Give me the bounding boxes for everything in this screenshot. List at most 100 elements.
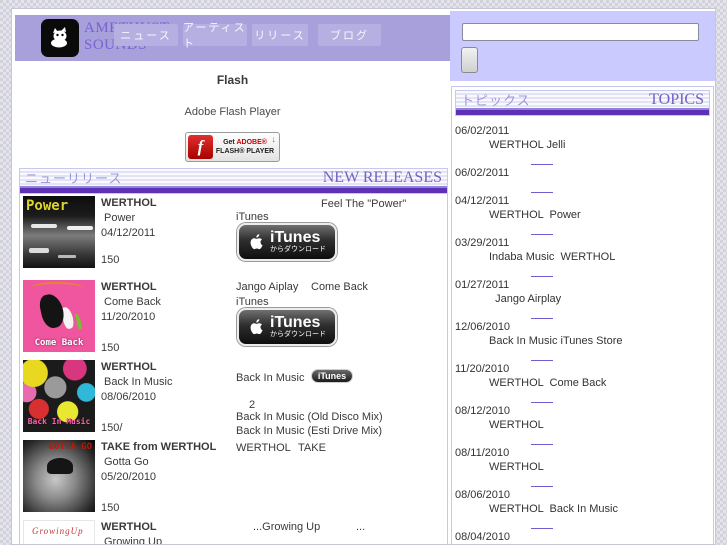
topic-date: 08/12/2010 [455,405,511,417]
topic-link[interactable] [531,310,553,319]
release-title: Power [104,212,136,224]
topic-link[interactable] [531,184,553,193]
flash-button-adobe: ADOBE® [236,139,267,146]
topic-link[interactable] [531,436,553,445]
new-releases-heading-jp: ニューリリース [25,171,123,186]
release-date: 08/06/2010 [101,391,157,403]
album-art-gotta-go[interactable]: GOTTA GO [23,440,95,512]
release-row-come-back: Come Back WERTHOL Come Back 11/20/2010 1… [20,278,447,358]
release-date: 04/12/2011 [101,227,156,239]
release-artist: WERTHOL [101,197,157,209]
album-art-growing-up-text: GrowingUp [32,526,84,536]
search-input[interactable] [462,23,699,41]
album-art-power-text: Power [26,198,69,214]
flash-title: Flash [216,73,249,87]
topic-entry: 04/12/2011 WERTHOL Power [452,194,713,235]
topic-entry: 06/02/2011 WERTHOL Jelli [452,124,713,165]
topics-sidebar: トピックス TOPICS 06/02/2011 WERTHOL Jelli 06… [451,86,714,544]
topic-link[interactable] [531,226,553,235]
release-title: Come Back [104,296,161,308]
topic-link-line [455,390,710,403]
topic-link[interactable] [531,268,553,277]
release-title: Back In Music [104,376,173,388]
new-releases-header-bar [20,186,447,193]
album-art-come-back-text: Come Back [34,338,84,348]
album-art-growing-up[interactable]: GrowingUp [23,520,95,544]
topic-entry: 01/27/2011 Jango Airplay [452,278,713,319]
topic-link-line [455,432,710,445]
search-panel [450,11,715,81]
itunes-button-text: iTunes からダウンロード [270,230,326,254]
apple-icon [248,317,265,337]
release-row-back-in-music: Back In Music WERTHOL Back In Music 08/0… [20,358,447,438]
album-art-come-back[interactable]: Come Back [23,280,95,352]
nav-tab-release-label: リリース [254,30,306,42]
topic-title: Jango Airplay [489,293,562,305]
nav-tab-blog[interactable]: ブログ [318,24,381,46]
topic-link-line [455,516,710,529]
topic-link-line [455,222,710,235]
flash-button-text: Get ADOBE® FLASH® PLAYER [213,138,277,156]
topic-date: 12/06/2010 [455,321,511,333]
release-artist: WERTHOL [101,521,157,533]
nav-tab-news[interactable]: ニュース [114,24,178,46]
itunes-button-label: iTunes [270,229,321,246]
cat-icon [46,22,74,55]
topic-date: 11/20/2010 [455,363,510,375]
itunes-download-button[interactable]: iTunes からダウンロード [237,308,337,346]
release-note: TAKE [298,442,326,454]
release-note: Come Back [311,281,368,293]
topic-title: Indaba Music WERTHOL [489,251,616,263]
topic-link-line [455,348,710,361]
search-button[interactable] [461,47,478,73]
topic-link[interactable] [531,352,553,361]
topic-date: 01/27/2011 [455,279,510,291]
release-title: Growing Up [104,536,163,545]
release-artist: WERTHOL [101,361,157,373]
page-container: AMETHYST SOUNDS ニュース アーティスト リリース ブログ Fla… [11,8,716,545]
itunes-button-sublabel: からダウンロード [270,246,326,253]
topic-link-line [455,180,710,193]
topic-title: WERTHOL Jelli [489,139,566,151]
get-flash-player-button[interactable]: f Get ADOBE® FLASH® PLAYER ↓ [185,132,280,162]
topic-title: WERTHOL Back In Music [489,503,618,515]
topic-link[interactable] [531,520,553,529]
topic-title: WERTHOL Come Back [489,377,607,389]
release-note: WERTHOL [236,442,291,454]
site-logo[interactable] [41,19,79,57]
release-note: ... [356,521,366,533]
track-name: Back In Music (Esti Drive Mix) [236,425,383,437]
topic-link[interactable] [531,394,553,403]
flash-button-line2: FLASH® PLAYER [215,148,275,155]
album-art-back-in-music[interactable]: Back In Music [23,360,95,432]
release-row-gotta-go: GOTTA GO TAKE from WERTHOL Gotta Go 05/2… [20,438,447,518]
nav-tab-release[interactable]: リリース [252,24,308,46]
flash-notice: Flash Adobe Flash Player f Get ADOBE® FL… [15,61,450,162]
release-price: 150/ [101,422,123,434]
topic-link-line [455,306,710,319]
itunes-badge-button[interactable]: iTunes [311,369,353,383]
topic-link-line [455,474,710,487]
flash-icon: f [188,135,213,159]
topics-header: トピックス TOPICS [455,90,710,116]
track-name: Back In Music (Old Disco Mix) [236,411,383,423]
itunes-label: iTunes [236,296,269,308]
topics-heading-en: TOPICS [649,90,704,108]
topic-link-line [455,152,710,165]
itunes-download-button[interactable]: iTunes からダウンロード [237,223,337,261]
itunes-button-label: iTunes [270,314,321,331]
nav-tab-blog-label: ブログ [330,30,369,42]
topics-heading-jp: トピックス [461,93,531,108]
release-price: 150 [101,254,120,266]
topic-link-line [455,264,710,277]
topic-title: WERTHOL Power [489,209,581,221]
release-title: Gotta Go [104,456,149,468]
nav-tab-artist[interactable]: アーティスト [183,22,247,50]
itunes-label: iTunes [236,211,269,223]
topic-entry: 11/20/2010 WERTHOL Come Back [452,362,713,403]
release-row-growing-up: GrowingUp WERTHOL Growing Up ...Growing … [20,518,447,545]
track-count: 2 [249,399,256,411]
topic-link[interactable] [531,156,553,165]
topic-link[interactable] [531,478,553,487]
album-art-power[interactable]: Power [23,196,95,268]
